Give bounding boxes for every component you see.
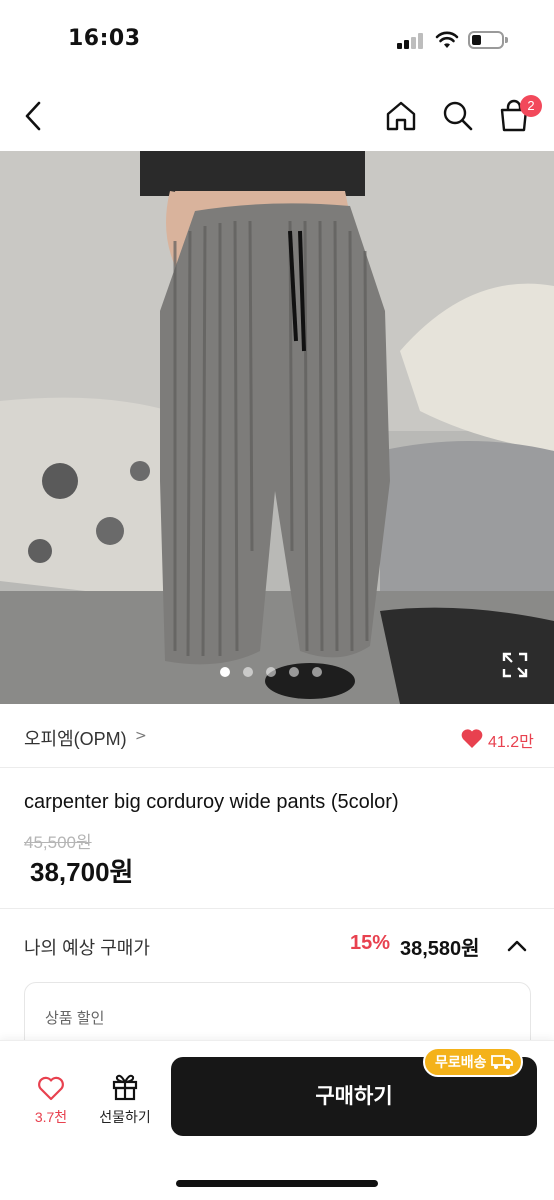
home-icon[interactable] <box>383 98 419 134</box>
top-nav-bar <box>0 80 554 152</box>
carousel-dot[interactable] <box>289 667 299 677</box>
brand-chevron-icon: > <box>135 728 147 744</box>
wishlist-count: 3.7천 <box>34 1109 68 1125</box>
battery-icon <box>468 31 508 49</box>
search-icon[interactable] <box>440 98 476 134</box>
carousel-dot[interactable] <box>243 667 253 677</box>
heart-filled-icon[interactable] <box>460 727 484 749</box>
free-shipping-badge: 무로배송 <box>423 1047 523 1077</box>
truck-icon <box>490 1055 513 1069</box>
carousel-dot[interactable] <box>220 667 230 677</box>
original-price: 45,500원 <box>24 833 92 852</box>
carousel-dot[interactable] <box>312 667 322 677</box>
carousel-dots <box>220 666 322 678</box>
divider <box>0 908 554 909</box>
cart-count-badge: 2 <box>520 95 542 117</box>
status-bar: 16:03 <box>0 0 554 80</box>
expected-price-label: 나의 예상 구매가 <box>24 938 150 958</box>
like-count: 41.2만 <box>488 734 534 751</box>
cellular-signal-icon <box>397 33 423 49</box>
heart-outline-icon <box>38 1076 64 1101</box>
gift-label: 선물하기 <box>99 1109 151 1125</box>
carousel-dot[interactable] <box>266 667 276 677</box>
wifi-icon <box>435 31 459 48</box>
wishlist-button[interactable]: 3.7천 <box>26 1071 76 1131</box>
back-arrow-icon[interactable] <box>16 98 52 134</box>
product-title: carpenter big corduroy wide pants (5colo… <box>24 791 399 813</box>
gift-icon <box>112 1074 138 1101</box>
discount-label: 상품 할인 <box>45 1010 105 1027</box>
brand-name[interactable]: 오피엠(OPM) <box>24 725 127 751</box>
expand-icon[interactable] <box>500 650 530 680</box>
brand-row[interactable]: 오피엠(OPM) > 41.2만 <box>0 704 554 768</box>
free-shipping-label: 무로배송 <box>435 1054 487 1070</box>
expected-price: 38,580원 <box>400 938 480 960</box>
product-image[interactable] <box>0 151 554 704</box>
chevron-up-icon[interactable] <box>506 936 528 956</box>
gift-button[interactable]: 선물하기 <box>90 1071 160 1131</box>
expected-discount-rate: 15% <box>350 932 391 954</box>
sale-price: 38,700원 <box>30 857 134 887</box>
product-photo <box>0 151 554 704</box>
home-indicator <box>176 1180 378 1187</box>
status-time: 16:03 <box>68 26 141 51</box>
